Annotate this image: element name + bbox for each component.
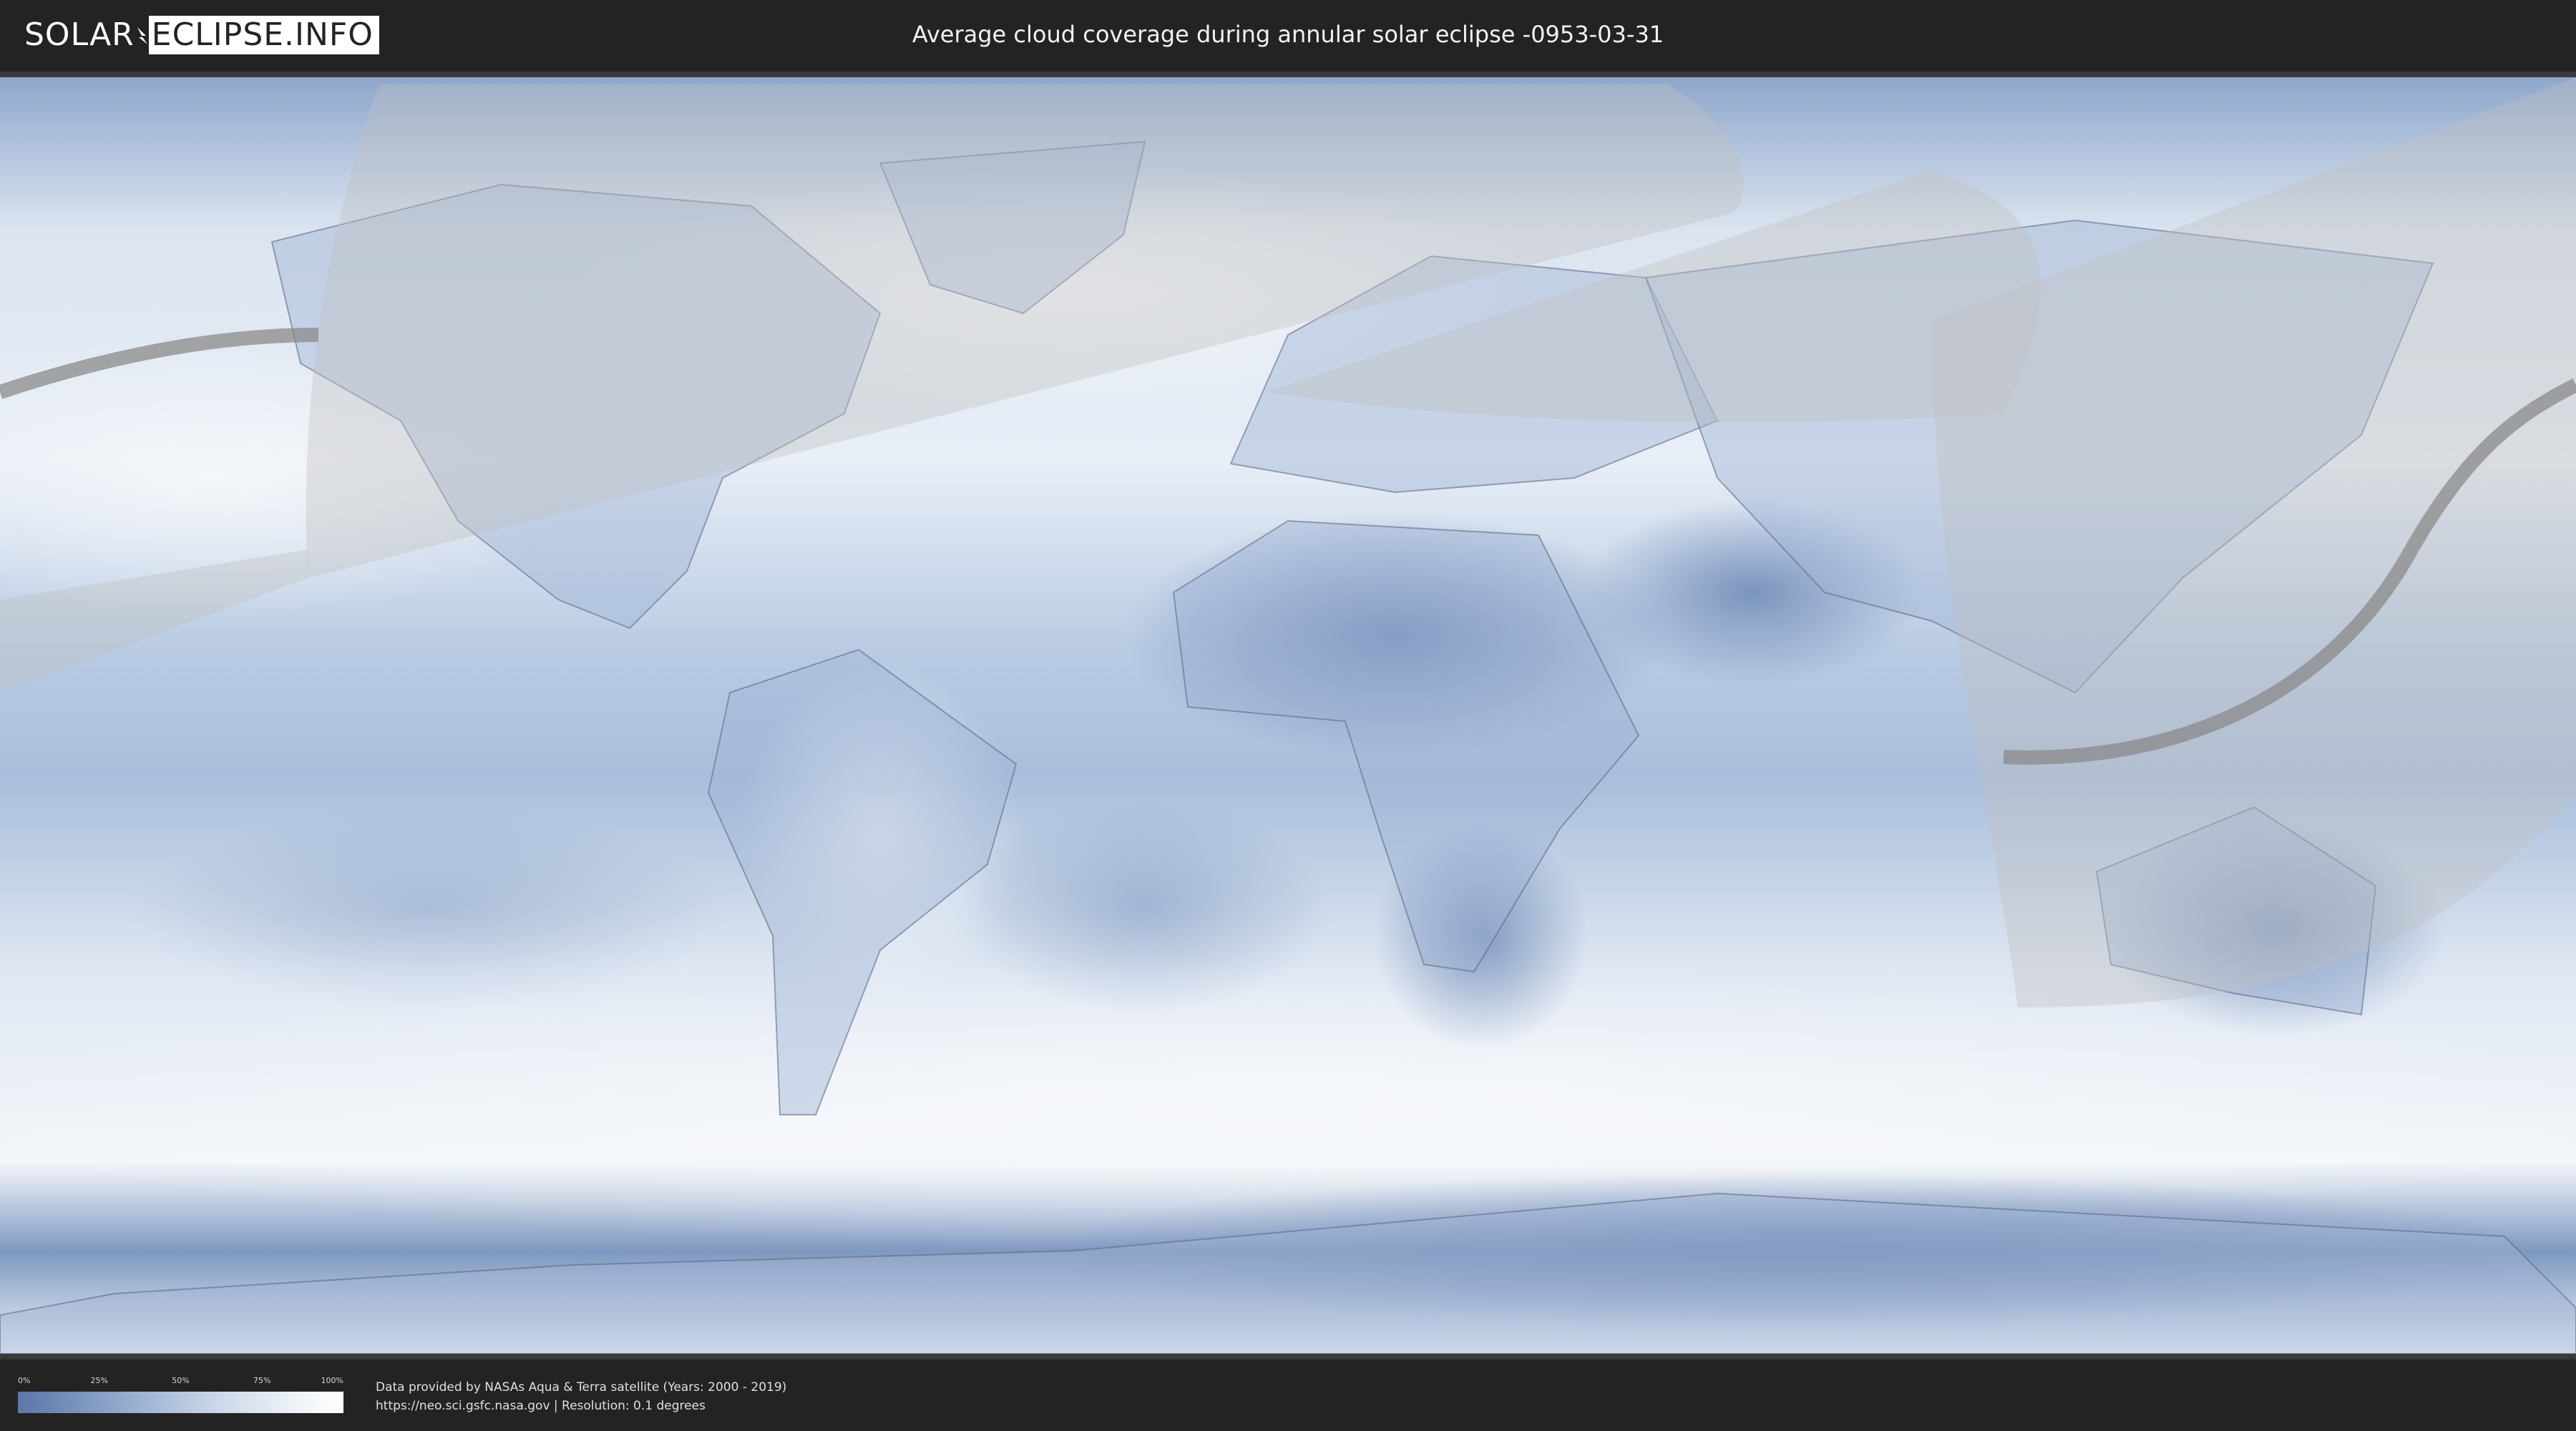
- clear-sky-south-atlantic: [959, 800, 1331, 1015]
- page-title: Average cloud coverage during annular so…: [912, 21, 1664, 48]
- legend-tick-50: 50%: [172, 1376, 190, 1385]
- cloud-coverage-map[interactable]: [0, 77, 2576, 1354]
- legend-ticks: 0% 25% 50% 75% 100%: [18, 1376, 343, 1390]
- legend-tick-100: 100%: [321, 1376, 343, 1385]
- header-bar: SOLAR ECLIPSE.INFO Average cloud coverag…: [0, 0, 2576, 72]
- legend-tick-0: 0%: [18, 1376, 31, 1385]
- legend-tick-25: 25%: [90, 1376, 108, 1385]
- clear-sky-east-pacific: [129, 807, 730, 1007]
- map-frame: [0, 72, 2576, 1359]
- credits-url-line[interactable]: https://neo.sci.gsfc.nasa.gov | Resoluti…: [376, 1397, 786, 1415]
- footer-bar: 0% 25% 50% 75% 100% Data provided by NAS…: [0, 1359, 2576, 1431]
- data-credits: Data provided by NASAs Aqua & Terra sate…: [376, 1378, 786, 1415]
- legend-tick-75: 75%: [253, 1376, 271, 1385]
- credits-source-line: Data provided by NASAs Aqua & Terra sate…: [376, 1380, 787, 1395]
- legend-color-bar: [18, 1392, 343, 1413]
- cloud-coverage-legend: 0% 25% 50% 75% 100%: [18, 1376, 343, 1413]
